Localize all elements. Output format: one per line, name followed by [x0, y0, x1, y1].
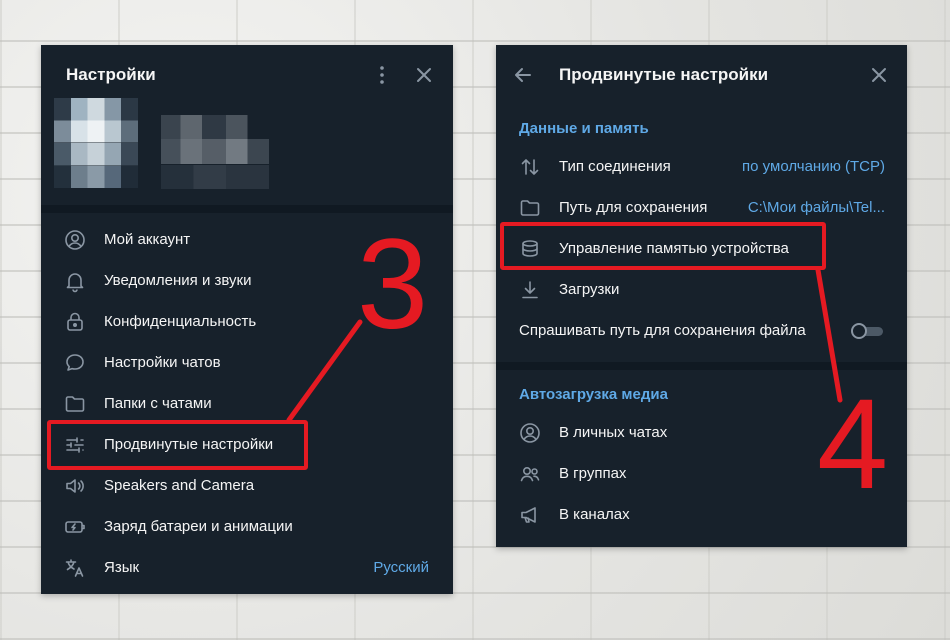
step-number-3: 3	[357, 213, 429, 356]
step-number-4: 4	[817, 373, 889, 516]
annotation-arrows	[286, 267, 843, 423]
arrow-line-step-3	[286, 319, 363, 423]
